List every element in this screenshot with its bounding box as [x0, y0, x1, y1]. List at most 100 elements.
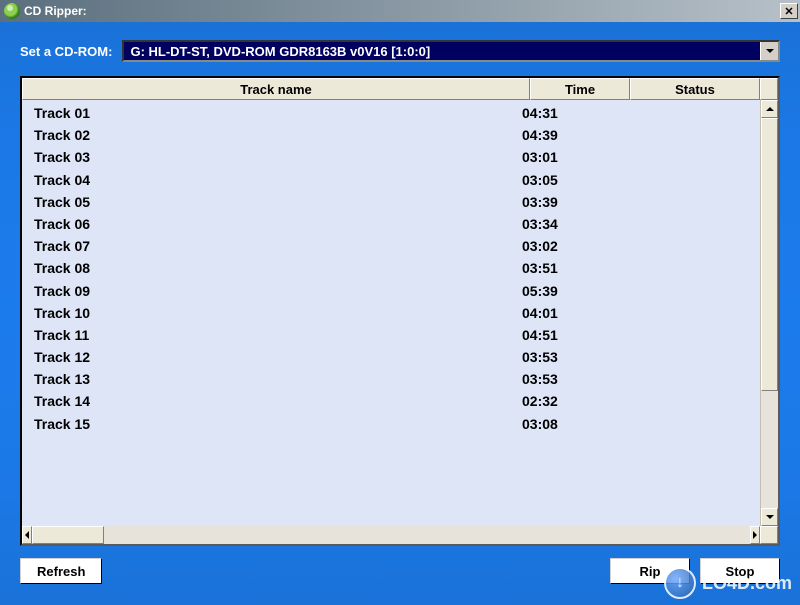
table-row[interactable]: Track 1004:01 — [22, 302, 760, 324]
chevron-left-icon — [23, 531, 31, 539]
scroll-up-button[interactable] — [761, 100, 778, 118]
track-status-cell — [622, 126, 752, 144]
track-time-cell: 04:01 — [522, 304, 622, 322]
track-status-cell — [622, 370, 752, 388]
track-time-cell: 05:39 — [522, 282, 622, 300]
close-button[interactable]: ✕ — [780, 3, 798, 19]
track-time-cell: 04:31 — [522, 104, 622, 122]
cdrom-select[interactable]: G: HL-DT-ST, DVD-ROM GDR8163B v0V16 [1:0… — [122, 40, 780, 62]
chevron-right-icon — [751, 531, 759, 539]
track-name-cell: Track 05 — [30, 193, 522, 211]
table-row[interactable]: Track 0204:39 — [22, 124, 760, 146]
list-body-wrap: Track 0104:31Track 0204:39Track 0303:01T… — [22, 100, 778, 526]
close-icon: ✕ — [784, 5, 793, 18]
track-name-cell: Track 04 — [30, 171, 522, 189]
track-status-cell — [622, 215, 752, 233]
horizontal-scrollbar[interactable] — [22, 526, 778, 544]
track-time-cell: 03:39 — [522, 193, 622, 211]
client-area: Set a CD-ROM: G: HL-DT-ST, DVD-ROM GDR81… — [0, 22, 800, 605]
track-status-cell — [622, 304, 752, 322]
list-header: Track name Time Status — [22, 78, 778, 100]
table-row[interactable]: Track 0303:01 — [22, 146, 760, 168]
column-status[interactable]: Status — [630, 78, 760, 100]
table-row[interactable]: Track 0104:31 — [22, 102, 760, 124]
vertical-scrollbar[interactable] — [760, 100, 778, 526]
track-status-cell — [622, 237, 752, 255]
track-name-cell: Track 12 — [30, 348, 522, 366]
table-row[interactable]: Track 1402:32 — [22, 390, 760, 412]
track-time-cell: 04:39 — [522, 126, 622, 144]
track-list: Track name Time Status Track 0104:31Trac… — [20, 76, 780, 546]
column-time[interactable]: Time — [530, 78, 630, 100]
track-time-cell: 02:32 — [522, 392, 622, 410]
track-name-cell: Track 03 — [30, 148, 522, 166]
track-name-cell: Track 07 — [30, 237, 522, 255]
track-time-cell: 03:01 — [522, 148, 622, 166]
track-status-cell — [622, 193, 752, 211]
table-row[interactable]: Track 0905:39 — [22, 280, 760, 302]
window: CD Ripper: ✕ Set a CD-ROM: G: HL-DT-ST, … — [0, 0, 800, 605]
track-status-cell — [622, 148, 752, 166]
scroll-down-button[interactable] — [761, 508, 778, 526]
track-time-cell: 03:08 — [522, 415, 622, 433]
app-icon — [4, 3, 20, 19]
chevron-down-icon — [766, 47, 774, 55]
track-name-cell: Track 11 — [30, 326, 522, 344]
download-icon: ↓ — [664, 567, 696, 599]
track-time-cell: 03:51 — [522, 259, 622, 277]
track-name-cell: Track 06 — [30, 215, 522, 233]
hscroll-thumb[interactable] — [32, 526, 104, 544]
track-time-cell: 03:53 — [522, 370, 622, 388]
track-time-cell: 04:51 — [522, 326, 622, 344]
refresh-button[interactable]: Refresh — [20, 558, 102, 584]
track-name-cell: Track 01 — [30, 104, 522, 122]
table-row[interactable]: Track 1104:51 — [22, 324, 760, 346]
window-title: CD Ripper: — [24, 4, 780, 18]
track-status-cell — [622, 259, 752, 277]
track-time-cell: 03:34 — [522, 215, 622, 233]
track-name-cell: Track 09 — [30, 282, 522, 300]
track-status-cell — [622, 415, 752, 433]
header-scroll-spacer — [760, 78, 778, 100]
track-time-cell: 03:02 — [522, 237, 622, 255]
titlebar[interactable]: CD Ripper: ✕ — [0, 0, 800, 22]
track-status-cell — [622, 282, 752, 300]
column-trackname[interactable]: Track name — [22, 78, 530, 100]
track-status-cell — [622, 171, 752, 189]
table-row[interactable]: Track 0803:51 — [22, 257, 760, 279]
scroll-left-button[interactable] — [22, 526, 32, 544]
table-row[interactable]: Track 1303:53 — [22, 368, 760, 390]
scroll-right-button[interactable] — [750, 526, 760, 544]
scroll-track[interactable] — [761, 118, 778, 508]
track-status-cell — [622, 326, 752, 344]
cdrom-dropdown-button[interactable] — [760, 42, 778, 60]
chevron-down-icon — [766, 513, 774, 521]
size-grip — [760, 526, 778, 544]
watermark: ↓ LO4D.com — [664, 567, 792, 599]
table-row[interactable]: Track 1203:53 — [22, 346, 760, 368]
track-time-cell: 03:05 — [522, 171, 622, 189]
track-name-cell: Track 08 — [30, 259, 522, 277]
table-row[interactable]: Track 0703:02 — [22, 235, 760, 257]
cdrom-selected-value: G: HL-DT-ST, DVD-ROM GDR8163B v0V16 [1:0… — [124, 42, 760, 60]
track-name-cell: Track 14 — [30, 392, 522, 410]
track-name-cell: Track 10 — [30, 304, 522, 322]
track-name-cell: Track 13 — [30, 370, 522, 388]
table-row[interactable]: Track 0603:34 — [22, 213, 760, 235]
track-status-cell — [622, 104, 752, 122]
cdrom-label: Set a CD-ROM: — [20, 44, 112, 59]
hscroll-track[interactable] — [32, 526, 750, 544]
table-row[interactable]: Track 0403:05 — [22, 169, 760, 191]
chevron-up-icon — [766, 105, 774, 113]
track-status-cell — [622, 392, 752, 410]
track-status-cell — [622, 348, 752, 366]
cdrom-row: Set a CD-ROM: G: HL-DT-ST, DVD-ROM GDR81… — [20, 40, 780, 62]
table-row[interactable]: Track 0503:39 — [22, 191, 760, 213]
table-row[interactable]: Track 1503:08 — [22, 413, 760, 435]
track-name-cell: Track 15 — [30, 415, 522, 433]
scroll-thumb[interactable] — [761, 118, 778, 391]
track-time-cell: 03:53 — [522, 348, 622, 366]
list-body[interactable]: Track 0104:31Track 0204:39Track 0303:01T… — [22, 100, 760, 526]
track-name-cell: Track 02 — [30, 126, 522, 144]
watermark-text: LO4D.com — [702, 573, 792, 594]
